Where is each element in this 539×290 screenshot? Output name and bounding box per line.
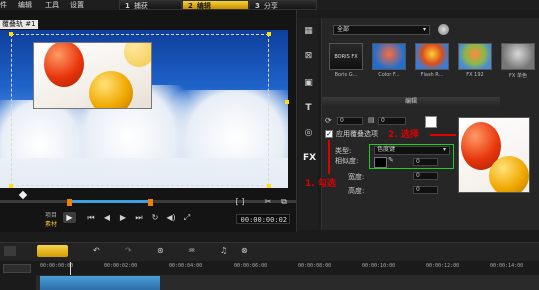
timeline-clip[interactable]: [40, 276, 160, 290]
timecode-display[interactable]: 00:00:00:02: [236, 214, 290, 224]
storyboard-view-icon[interactable]: [4, 246, 16, 256]
step-number: 1: [125, 2, 130, 10]
ruler-tick-label: 00:00:04:00: [169, 263, 203, 269]
media-icon[interactable]: ▦: [303, 26, 314, 36]
thumbnail-color-filter[interactable]: [372, 43, 406, 70]
highlight-box: [369, 144, 454, 169]
trim-end-marker[interactable]: [148, 199, 153, 206]
menu-tools[interactable]: 工具: [45, 0, 59, 10]
next-frame-icon[interactable]: ▶: [118, 213, 128, 223]
border-spinbox[interactable]: 0: [378, 117, 406, 125]
annotation-arrow: [430, 134, 456, 136]
repeat-icon[interactable]: ↻: [150, 213, 160, 223]
type-label: 类型:: [335, 147, 352, 155]
thumbnail-flash[interactable]: [415, 43, 449, 70]
height-label: 高度:: [348, 187, 365, 195]
resize-handle[interactable]: [285, 100, 289, 104]
ruler-tick-label: 00:00:14:00: [490, 263, 524, 269]
apply-overlay-label: 应用覆叠选项: [336, 130, 378, 138]
mark-bracket-icon[interactable]: [ ]: [235, 197, 245, 207]
options-tab[interactable]: 编辑: [322, 97, 500, 106]
step-edit[interactable]: 2 编辑: [182, 0, 249, 10]
options-gear-icon[interactable]: [438, 24, 449, 35]
ruler-tick-label: 00:00:08:00: [298, 263, 332, 269]
trim-range: [70, 200, 150, 203]
step-label: 编辑: [196, 2, 211, 10]
menu-file[interactable]: 件: [0, 0, 7, 10]
resize-handle[interactable]: [267, 32, 271, 36]
thumbnail-label: Color F...: [378, 72, 400, 78]
go-to-start-icon[interactable]: ⏮: [86, 213, 96, 223]
text-title-icon[interactable]: T: [303, 103, 314, 113]
audio-mixer-icon[interactable]: ♒: [188, 246, 195, 255]
menu-edit[interactable]: 编辑: [18, 0, 32, 10]
annotation-choose: 2. 选择: [388, 130, 419, 140]
ruler-tick-label: 00:00:12:00: [426, 263, 460, 269]
filter-fx-icon[interactable]: FX: [303, 153, 316, 163]
ruler-tick-label: 00:00:02:00: [104, 263, 138, 269]
thumbnail-label: Boris G...: [334, 72, 358, 78]
step-capture[interactable]: 1 捕获: [119, 0, 182, 10]
height-spinbox[interactable]: 0: [413, 186, 438, 194]
auto-music-icon[interactable]: ♫: [220, 246, 227, 255]
graphic-icon[interactable]: ◎: [303, 128, 314, 138]
project-label[interactable]: 项目: [45, 210, 57, 219]
timeline-toolbar: [0, 242, 539, 261]
thumbnail-fx-mono[interactable]: [501, 43, 535, 70]
record-capture-icon[interactable]: ⊛: [157, 246, 164, 255]
timeline-view-button[interactable]: [37, 245, 68, 257]
volume-icon[interactable]: ◀): [166, 213, 176, 223]
thumbnail-boris[interactable]: BORIS FX: [329, 43, 363, 70]
motion-track-icon[interactable]: ⊗: [241, 246, 248, 255]
redo-icon[interactable]: ↷: [125, 246, 132, 255]
clip-label[interactable]: 素材: [45, 219, 57, 228]
resize-handle[interactable]: [9, 184, 13, 188]
title-icon[interactable]: ▣: [303, 78, 314, 88]
border-color-swatch[interactable]: [425, 116, 437, 128]
thumbnail-label: Flash R...: [420, 72, 444, 78]
similarity-label: 相似度:: [335, 157, 359, 165]
step-label: 捕获: [133, 2, 148, 10]
thumbnail-label: FX 192: [466, 72, 484, 78]
copy-icon[interactable]: ⧉: [279, 197, 289, 207]
menu-settings[interactable]: 设置: [70, 0, 84, 10]
thumbnail-label: FX 单色: [509, 73, 527, 79]
cut-icon[interactable]: ✂: [263, 197, 273, 207]
category-dropdown[interactable]: 全部 ▾: [333, 25, 430, 35]
rotate-spinbox[interactable]: 0: [337, 117, 363, 125]
category-value: 全部: [337, 26, 350, 33]
overlay-selection-box[interactable]: [11, 34, 269, 186]
chroma-key-preview: [458, 117, 530, 193]
split-clip-icon[interactable]: ⤢: [182, 213, 192, 223]
trim-start-marker[interactable]: [67, 199, 72, 206]
yellow-balloon: [489, 156, 529, 192]
resize-handle[interactable]: [267, 184, 271, 188]
width-spinbox[interactable]: 0: [413, 172, 438, 180]
library-side-toolbar: [298, 18, 318, 230]
apply-overlay-checkbox[interactable]: ✓: [325, 130, 333, 138]
ruler-tick-label: 00:00:06:00: [234, 263, 268, 269]
transition-icon[interactable]: ⊠: [303, 51, 314, 61]
step-number: 3: [255, 2, 260, 10]
track-manager-button[interactable]: [3, 264, 31, 273]
annotation-arrow: [328, 140, 330, 174]
chevron-down-icon: ▾: [422, 26, 426, 33]
ruler-tick-label: 00:00:10:00: [362, 263, 396, 269]
ruler-tick-label: 00:00:00:00: [40, 263, 74, 269]
previous-frame-icon[interactable]: ◀: [102, 213, 112, 223]
step-number: 2: [188, 2, 193, 10]
annotation-check: 1. 勾选: [305, 179, 336, 189]
step-share[interactable]: 3 分享: [249, 0, 317, 10]
resize-handle[interactable]: [9, 32, 13, 36]
undo-icon[interactable]: ↶: [93, 246, 100, 255]
go-to-end-icon[interactable]: ⏭: [134, 213, 144, 223]
border-icon[interactable]: ▤: [368, 116, 375, 124]
thumbnail-fx-192[interactable]: [458, 43, 492, 70]
rotate-icon[interactable]: ⟳: [325, 116, 332, 125]
track-label: 覆叠轨 #1: [0, 20, 38, 29]
step-label: 分享: [263, 2, 278, 10]
play-button[interactable]: ▶: [63, 212, 76, 223]
width-label: 宽度:: [348, 173, 365, 181]
